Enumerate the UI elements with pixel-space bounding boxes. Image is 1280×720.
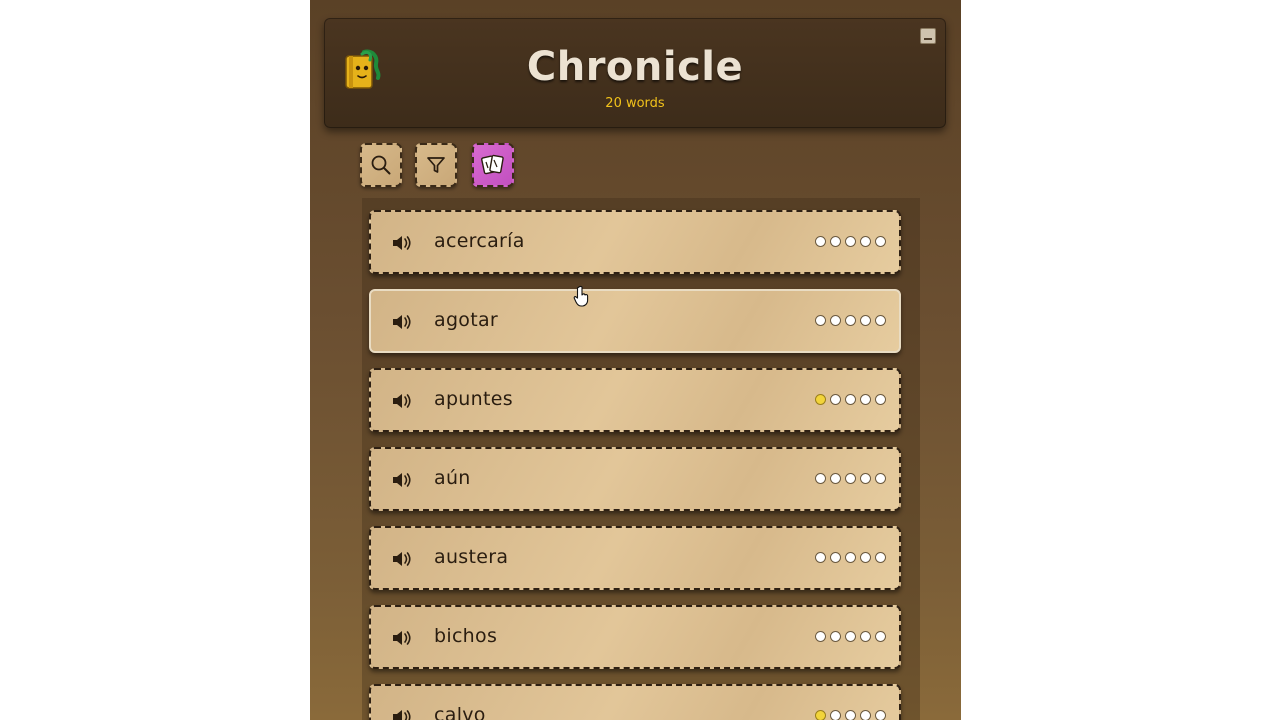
progress-dot [845,236,856,247]
progress-dot [845,473,856,484]
progress-dot [830,710,841,720]
word-list: acercaría agotar apuntes aún austera bic… [362,198,920,720]
word-text: aún [434,467,471,489]
progress-dot [830,631,841,642]
progress-dot [830,236,841,247]
minimize-button[interactable] [920,28,936,44]
progress-dot [875,552,886,563]
progress-dot [845,631,856,642]
search-button[interactable] [360,143,402,187]
filter-icon [427,157,445,173]
progress-dot [830,473,841,484]
list-item[interactable]: acercaría [369,210,901,274]
speaker-icon[interactable] [391,550,413,568]
cards-icon [481,154,504,175]
list-item[interactable]: aún [369,447,901,511]
word-text: agotar [434,309,499,331]
progress-dots [815,473,886,484]
progress-dots [815,710,886,720]
word-text: calvo [434,704,486,720]
progress-dot [815,710,826,720]
progress-dot [875,631,886,642]
progress-dot [845,315,856,326]
word-text: acercaría [434,230,525,252]
speaker-icon[interactable] [391,234,413,252]
search-icon [371,155,391,175]
progress-dot [860,473,871,484]
word-text: austera [434,546,509,568]
progress-dot [845,552,856,563]
speaker-icon[interactable] [391,392,413,410]
progress-dot [875,394,886,405]
list-item[interactable]: agotar [369,289,901,353]
speaker-icon[interactable] [391,471,413,489]
progress-dots [815,394,886,405]
progress-dot [860,710,871,720]
list-item[interactable]: calvo [369,684,901,720]
progress-dot [860,236,871,247]
word-text: apuntes [434,388,513,410]
progress-dots [815,631,886,642]
word-text: bichos [434,625,498,647]
word-count: 20 words [605,96,665,111]
progress-dot [815,473,826,484]
list-item[interactable]: apuntes [369,368,901,432]
progress-dot [815,394,826,405]
flashcards-button[interactable] [472,143,514,187]
list-item[interactable]: austera [369,526,901,590]
app-title: Chronicle [526,44,744,90]
app-panel: Chronicle 20 words acercaría agotar apun… [310,0,961,720]
progress-dot [860,394,871,405]
hand-cursor-icon [573,285,589,307]
progress-dots [815,552,886,563]
progress-dot [860,552,871,563]
progress-dot [875,710,886,720]
progress-dot [875,236,886,247]
progress-dot [875,315,886,326]
progress-dot [875,473,886,484]
progress-dots [815,236,886,247]
speaker-icon[interactable] [391,708,413,720]
progress-dot [830,315,841,326]
progress-dot [815,315,826,326]
progress-dots [815,315,886,326]
progress-dot [830,394,841,405]
header: Chronicle 20 words [324,18,946,128]
progress-dot [845,394,856,405]
list-item[interactable]: bichos [369,605,901,669]
progress-dot [860,315,871,326]
filter-button[interactable] [415,143,457,187]
progress-dot [815,236,826,247]
progress-dot [815,552,826,563]
progress-dot [860,631,871,642]
speaker-icon[interactable] [391,629,413,647]
progress-dot [830,552,841,563]
speaker-icon[interactable] [391,313,413,331]
progress-dot [815,631,826,642]
progress-dot [845,710,856,720]
